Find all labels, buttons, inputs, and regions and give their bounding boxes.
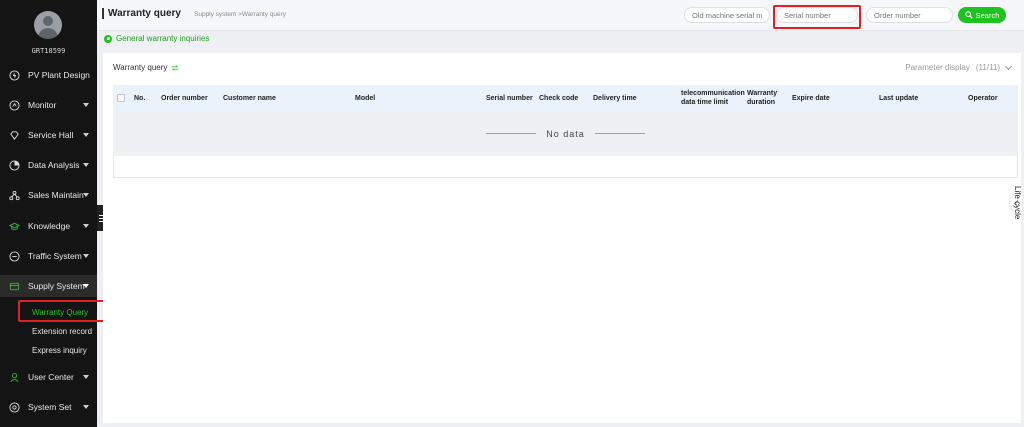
general-warranty-label: General warranty inquiries (116, 34, 210, 43)
sidebar-item-user-center[interactable]: User Center (0, 366, 97, 388)
sidebar-item-label: PV Plant Design (28, 70, 90, 80)
network-icon (9, 190, 20, 201)
chevron-down-icon (83, 193, 89, 197)
parameter-display-count: (11/11) (975, 63, 1000, 72)
sidebar-item-supply-system[interactable]: Supply System (0, 275, 97, 297)
order-number-input[interactable] (866, 7, 953, 23)
graduation-cap-icon (9, 221, 20, 232)
traffic-icon (9, 250, 20, 262)
divider (594, 133, 645, 134)
select-all-checkbox[interactable] (117, 94, 125, 102)
sidebar-item-label: User Center (28, 372, 74, 382)
sidebar-item-label: Service Hall (28, 130, 74, 140)
parameter-display[interactable]: Parameter display (11/11) (905, 62, 1013, 72)
table-header: No. Order number Customer name Model Ser… (113, 85, 1018, 111)
column-header[interactable]: No. (134, 85, 145, 111)
sidebar-item-label: System Set (28, 402, 72, 412)
page-title: Warranty query (102, 8, 181, 19)
chevron-down-icon (83, 224, 89, 228)
pie-chart-icon (9, 159, 20, 171)
breadcrumb: Supply system >Warranty query (194, 11, 287, 18)
sidebar-item-system-set[interactable]: System Set (0, 396, 97, 418)
sidebar-item-service-hall[interactable]: Service Hall (0, 124, 97, 146)
column-header[interactable]: Delivery time (593, 85, 637, 111)
sidebar-subitem-extension-record[interactable]: Extension record (0, 322, 97, 340)
life-cycle-tab[interactable]: Life cycle (1010, 183, 1024, 223)
parameter-display-label: Parameter display (905, 63, 970, 72)
column-header[interactable]: Serial number (486, 85, 533, 111)
column-header[interactable]: Last update (879, 85, 918, 111)
column-header[interactable]: Check code (539, 85, 578, 111)
chevron-down-icon (83, 405, 89, 409)
empty-state: No data (113, 111, 1018, 156)
sidebar: GRT18599 PV Plant Design Monitor Service… (0, 0, 97, 427)
supply-icon (9, 281, 20, 292)
warranty-panel: Warranty query Parameter display (11/11)… (103, 53, 1021, 423)
chevron-down-icon (83, 163, 89, 167)
monitor-icon (9, 99, 20, 111)
serial-number-highlight (773, 5, 861, 29)
sidebar-subitem-label: Express inquiry (32, 345, 87, 355)
settings-icon (9, 401, 20, 413)
search-icon (964, 11, 973, 19)
sidebar-item-label: Data Analysis (28, 160, 80, 170)
chevron-down-icon (83, 284, 89, 288)
user-center-icon (9, 372, 20, 383)
old-serial-input[interactable] (684, 7, 770, 23)
horizontal-scrollbar[interactable] (113, 156, 1018, 178)
warranty-query-highlight (18, 300, 109, 322)
lightning-icon (9, 69, 20, 81)
life-cycle-label: Life cycle (1013, 186, 1022, 220)
avatar-body (38, 28, 58, 39)
no-data-text: No data (546, 128, 585, 139)
chevron-down-icon (83, 133, 89, 137)
column-header[interactable]: Warranty duration (747, 85, 787, 111)
sidebar-item-label: Knowledge (28, 221, 71, 231)
chevron-down-icon (1004, 62, 1013, 70)
column-header[interactable]: Expire date (792, 85, 830, 111)
diamond-icon (9, 130, 20, 141)
sidebar-item-traffic-system[interactable]: Traffic System (0, 245, 97, 267)
sidebar-item-label: Supply System (28, 281, 85, 291)
general-warranty-tab[interactable]: General warranty inquiries (104, 34, 209, 43)
chevron-down-icon (83, 254, 89, 258)
panel-title-label: Warranty query (113, 63, 168, 72)
swap-arrows-icon[interactable] (171, 64, 179, 71)
sidebar-item-sales-maintain[interactable]: Sales Maintain (0, 184, 97, 206)
column-header[interactable]: Order number (161, 85, 208, 111)
divider (486, 133, 537, 134)
panel-title: Warranty query (113, 63, 179, 72)
chevron-down-icon (83, 375, 89, 379)
chevron-down-icon (83, 103, 89, 107)
sidebar-item-pv-plant-design[interactable]: PV Plant Design (0, 64, 97, 86)
avatar[interactable] (34, 11, 62, 39)
username: GRT18599 (31, 47, 66, 55)
search-button[interactable]: Search (958, 7, 1006, 23)
sidebar-item-knowledge[interactable]: Knowledge (0, 215, 97, 237)
sidebar-subitem-express-inquiry[interactable]: Express inquiry (0, 341, 97, 359)
sidebar-item-label: Sales Maintain (28, 190, 84, 200)
radio-dot-icon (104, 34, 112, 43)
column-header[interactable]: telecommunication data time limit (681, 85, 749, 111)
sidebar-subitem-label: Extension record (32, 326, 93, 336)
sidebar-item-label: Monitor (28, 100, 57, 110)
search-button-label: Search (975, 10, 1000, 20)
column-header[interactable]: Model (355, 85, 375, 111)
sidebar-item-label: Traffic System (28, 251, 82, 261)
column-header[interactable]: Operator (968, 85, 998, 111)
column-header[interactable]: Customer name (223, 85, 276, 111)
sidebar-item-monitor[interactable]: Monitor (0, 94, 97, 116)
avatar-head (43, 16, 53, 26)
sidebar-item-data-analysis[interactable]: Data Analysis (0, 154, 97, 176)
